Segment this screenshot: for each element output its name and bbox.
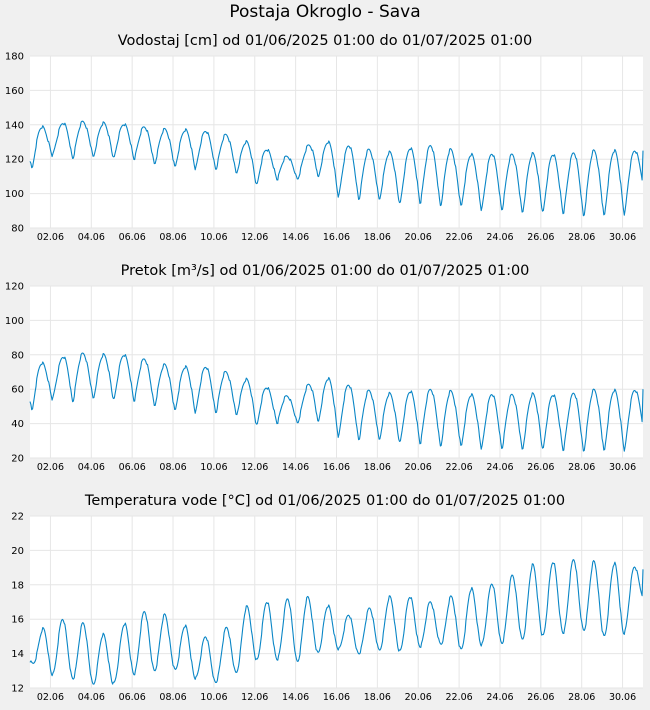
y-tick-label: 140 <box>5 120 24 131</box>
x-tick-label: 02.06 <box>37 692 64 703</box>
x-tick-label: 08.06 <box>159 232 186 243</box>
x-tick-label: 28.06 <box>568 692 595 703</box>
y-tick-label: 80 <box>11 350 24 361</box>
water-level-chart: Vodostaj [cm] od 01/06/2025 01:00 do 01/… <box>5 33 644 243</box>
x-tick-label: 18.06 <box>364 462 391 473</box>
x-tick-label: 18.06 <box>364 232 391 243</box>
x-tick-label: 04.06 <box>78 462 105 473</box>
page: Postaja Okroglo - Sava Vodostaj [cm] od … <box>0 0 650 710</box>
y-tick-label: 120 <box>5 155 24 166</box>
x-tick-label: 30.06 <box>609 692 636 703</box>
x-tick-label: 10.06 <box>200 232 227 243</box>
x-tick-label: 22.06 <box>445 232 472 243</box>
water-temperature-chart: Temperatura vode [°C] od 01/06/2025 01:0… <box>11 493 644 703</box>
y-tick-label: 16 <box>11 615 24 626</box>
x-tick-label: 18.06 <box>364 692 391 703</box>
x-tick-label: 04.06 <box>78 692 105 703</box>
x-tick-label: 10.06 <box>200 692 227 703</box>
y-tick-label: 12 <box>11 684 24 695</box>
x-tick-label: 02.06 <box>37 232 64 243</box>
y-tick-label: 14 <box>11 649 24 660</box>
x-tick-label: 12.06 <box>241 692 268 703</box>
x-tick-label: 12.06 <box>241 232 268 243</box>
water-level-chart-title: Vodostaj [cm] od 01/06/2025 01:00 do 01/… <box>118 33 532 49</box>
y-tick-label: 80 <box>11 224 24 235</box>
x-tick-label: 28.06 <box>568 462 595 473</box>
x-tick-label: 16.06 <box>323 692 350 703</box>
x-tick-label: 02.06 <box>37 462 64 473</box>
x-tick-label: 14.06 <box>282 462 309 473</box>
x-tick-label: 20.06 <box>405 692 432 703</box>
x-tick-label: 30.06 <box>609 462 636 473</box>
y-tick-label: 180 <box>5 52 24 63</box>
x-tick-label: 14.06 <box>282 692 309 703</box>
x-tick-label: 08.06 <box>159 692 186 703</box>
x-tick-label: 14.06 <box>282 232 309 243</box>
x-tick-label: 06.06 <box>119 232 146 243</box>
discharge-chart: Pretok [m³/s] od 01/06/2025 01:00 do 01/… <box>5 263 644 473</box>
y-tick-label: 120 <box>5 282 24 293</box>
y-tick-label: 60 <box>11 385 24 396</box>
y-tick-label: 100 <box>5 316 24 327</box>
discharge-chart-title: Pretok [m³/s] od 01/06/2025 01:00 do 01/… <box>121 263 530 279</box>
x-tick-label: 24.06 <box>486 462 513 473</box>
x-tick-label: 22.06 <box>445 692 472 703</box>
y-tick-label: 20 <box>11 454 24 465</box>
x-tick-label: 22.06 <box>445 462 472 473</box>
water-temperature-chart-title: Temperatura vode [°C] od 01/06/2025 01:0… <box>84 493 565 509</box>
y-tick-label: 22 <box>11 512 24 523</box>
x-tick-label: 04.06 <box>78 232 105 243</box>
x-tick-label: 06.06 <box>119 692 146 703</box>
page-title: Postaja Okroglo - Sava <box>229 2 421 22</box>
x-tick-label: 24.06 <box>486 692 513 703</box>
x-tick-label: 16.06 <box>323 462 350 473</box>
x-tick-label: 28.06 <box>568 232 595 243</box>
x-tick-label: 12.06 <box>241 462 268 473</box>
y-tick-label: 40 <box>11 419 24 430</box>
x-tick-label: 10.06 <box>200 462 227 473</box>
x-tick-label: 26.06 <box>527 462 554 473</box>
y-tick-label: 160 <box>5 86 24 97</box>
x-tick-label: 26.06 <box>527 692 554 703</box>
x-tick-label: 30.06 <box>609 232 636 243</box>
x-tick-label: 20.06 <box>405 232 432 243</box>
y-tick-label: 100 <box>5 189 24 200</box>
x-tick-label: 06.06 <box>119 462 146 473</box>
x-tick-label: 20.06 <box>405 462 432 473</box>
x-tick-label: 08.06 <box>159 462 186 473</box>
x-tick-label: 24.06 <box>486 232 513 243</box>
y-tick-label: 18 <box>11 580 24 591</box>
x-tick-label: 26.06 <box>527 232 554 243</box>
y-tick-label: 20 <box>11 546 24 557</box>
x-tick-label: 16.06 <box>323 232 350 243</box>
